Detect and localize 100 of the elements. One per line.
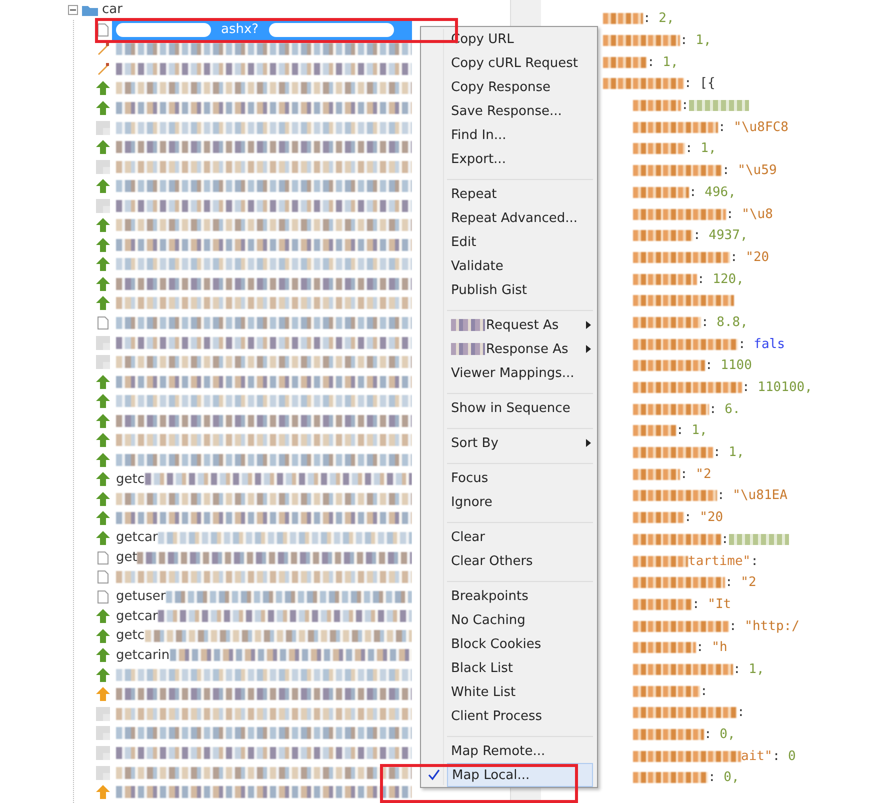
json-value: : 1, [680,33,712,48]
menu-item[interactable]: Repeat Advanced... [447,206,593,230]
blurred-key [633,316,701,328]
menu-item[interactable]: Copy Response [447,75,593,99]
menu-item[interactable]: Save Response... [447,99,593,123]
blurred-key [603,13,643,24]
folder-label[interactable]: car [102,2,122,18]
blurred-icon [96,706,110,721]
menu-item[interactable]: Edit [447,230,593,254]
request-name: getcar [116,608,158,624]
collapse-icon[interactable] [68,5,78,15]
request-row[interactable]: getcar [112,606,412,626]
json-value: : 496, [689,184,736,200]
menu-item[interactable]: Clear Others [447,549,593,573]
menu-item[interactable]: No Caching [447,608,593,632]
submenu-item[interactable]: Response As [447,337,593,361]
json-value: : [681,98,689,114]
submenu-arrow-icon [586,345,591,353]
blurred-icon [96,726,110,740]
json-value: : 8.8, [701,314,748,330]
request-row[interactable]: getcarin [112,646,412,666]
request-row[interactable]: getc [112,626,412,646]
menu-item[interactable]: White List [447,680,593,704]
blurred-icon [96,336,110,350]
menu-item[interactable]: Publish Gist [447,278,593,302]
folder-icon [82,4,98,16]
document-icon [97,22,109,37]
request-name: getuser [116,589,166,604]
json-value: : 1, [647,54,678,70]
menu-item[interactable]: Find In... [447,123,593,147]
blurred-key [633,274,697,285]
arrow-up-icon [96,257,110,272]
blurred-icon [96,355,110,370]
request-row[interactable]: getuser [112,586,412,606]
blurred-key [633,143,685,154]
blurred-key [633,230,693,242]
json-value: : "\u81EA [717,488,788,504]
json-value: : 1, [685,141,716,156]
json-value: : 110100, [742,380,812,396]
document-icon [97,316,109,330]
json-value: : "\u8 [726,206,773,222]
request-row[interactable]: get [112,548,412,568]
menu-item[interactable]: Map Remote... [447,739,593,763]
submenu-item[interactable]: Sort By [447,431,593,455]
request-row[interactable]: getcar [112,528,412,548]
json-value: : "\u59 [722,163,777,178]
blurred-key [633,642,696,654]
json-key: ait" [741,748,772,764]
blurred-icon [96,198,110,213]
arrow-up-icon [96,276,110,291]
json-value: : 1100 [705,358,752,374]
menu-item[interactable]: Breakpoints [447,584,593,608]
blurred-key [633,468,680,480]
arrow-up-icon [96,452,110,467]
blurred-key [633,360,705,372]
menu-item[interactable]: Block Cookies [447,632,593,656]
json-value: : "20 [684,510,724,526]
arrow-up-icon [96,472,110,486]
blurred-key [603,56,647,68]
request-name: getcarin [116,648,170,663]
document-icon [97,590,109,604]
arrow-up-icon [96,668,110,682]
json-value: : "2 [725,575,756,590]
blurred-key [633,556,688,567]
arrow-up-icon [96,238,110,252]
menu-item[interactable]: Client Process [447,704,593,728]
blurred-key [633,425,676,436]
menu-item[interactable]: Focus [447,466,593,490]
menu-item[interactable]: Ignore [447,490,593,514]
menu-item[interactable]: Clear [447,525,593,549]
json-value: : [721,532,729,547]
json-value: : 0 [772,748,796,764]
blurred-icon [96,160,110,174]
arrow-up-icon [96,511,110,526]
json-value: : "h [696,640,728,656]
blurred-icon [96,766,110,780]
blurred-key [633,598,692,610]
menu-item[interactable]: Export... [447,147,593,171]
menu-item[interactable]: Viewer Mappings... [447,361,593,385]
arrow-up-icon [96,414,110,428]
menu-item[interactable]: Repeat [447,182,593,206]
blurred-key [633,186,689,198]
menu-item[interactable]: Validate [447,254,593,278]
menu-item[interactable]: Black List [447,656,593,680]
json-value: : "2 [680,466,712,482]
menu-item[interactable]: Copy cURL Request [447,51,593,75]
document-icon [97,570,109,584]
menu-item[interactable]: Show in Sequence [447,396,593,420]
arrow-up-icon [96,648,110,662]
arrow-up-icon [96,687,110,702]
json-value: : "It [692,596,732,612]
arrow-up-icon [96,785,110,800]
request-row[interactable]: getc [112,470,412,490]
json-value: : 6. [709,402,740,417]
json-value: : [737,705,745,720]
arrow-up-icon [96,140,110,154]
submenu-item[interactable]: Request As [447,313,593,337]
arrow-up-icon [96,530,110,545]
blurred-value [688,100,749,112]
pencil-icon [96,62,110,76]
